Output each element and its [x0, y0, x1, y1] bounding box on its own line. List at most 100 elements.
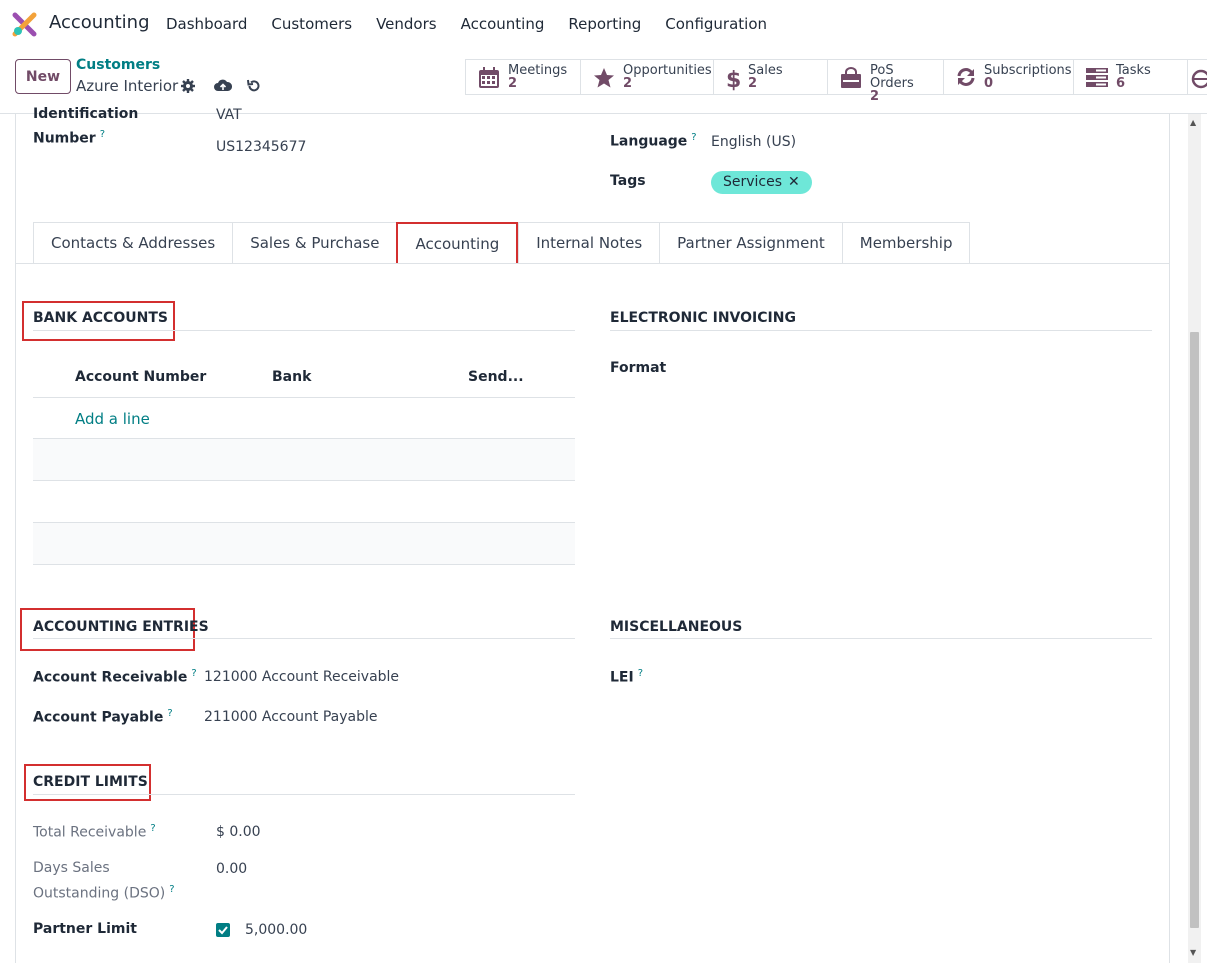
total-receivable-label: Total Receivable? [33, 823, 156, 841]
tab-partner-assignment[interactable]: Partner Assignment [659, 222, 842, 264]
pos-orders-smart-button[interactable]: PoS Orders 2 [828, 60, 944, 104]
tasks-smart-button[interactable]: Tasks 6 [1074, 60, 1188, 94]
pos-orders-count: 2 [870, 89, 880, 104]
menu-vendors[interactable]: Vendors [376, 15, 437, 33]
help-icon[interactable]: ? [100, 129, 105, 140]
lei-label: LEI? [610, 668, 644, 686]
col-bank[interactable]: Bank [272, 369, 311, 385]
opportunities-count: 2 [623, 76, 633, 91]
vat-label: VAT [216, 107, 242, 123]
help-icon[interactable]: ? [167, 708, 172, 719]
section-divider [610, 638, 1152, 639]
tab-accounting[interactable]: Accounting [396, 222, 519, 264]
col-account-number[interactable]: Account Number [75, 369, 206, 385]
identification-label-line2: Number? [33, 129, 106, 147]
subscriptions-count: 0 [984, 76, 994, 91]
row-divider [33, 480, 575, 481]
help-icon[interactable]: ? [691, 132, 696, 143]
svg-text:$: $ [726, 68, 740, 91]
meetings-smart-button[interactable]: Meetings 2 [466, 60, 581, 94]
breadcrumb-parent[interactable]: Customers [76, 57, 160, 73]
remove-tag-icon[interactable]: ✕ [788, 174, 800, 190]
globe-icon [1191, 69, 1207, 89]
dollar-icon: $ [726, 68, 740, 91]
checkmark-icon [218, 926, 228, 935]
menu-reporting[interactable]: Reporting [568, 15, 641, 33]
scrollbar-thumb[interactable] [1190, 332, 1199, 928]
scroll-up-arrow-icon[interactable]: ▲ [1190, 118, 1196, 127]
menu-customers[interactable]: Customers [271, 15, 352, 33]
language-value[interactable]: English (US) [711, 134, 796, 150]
account-payable-value[interactable]: 211000 Account Payable [204, 709, 378, 725]
miscellaneous-title: MISCELLANEOUS [610, 619, 743, 635]
language-label: Language? [610, 132, 697, 150]
control-panel: New Customers Azure Interior Meetings2 [0, 47, 1207, 114]
top-navbar: Accounting Dashboard Customers Vendors A… [0, 0, 1207, 47]
total-receivable-value: $ 0.00 [216, 824, 261, 840]
sales-smart-button[interactable]: $ Sales 2 [714, 60, 828, 94]
tasks-icon [1086, 68, 1108, 87]
menu-configuration[interactable]: Configuration [665, 15, 767, 33]
dso-label-line2: Outstanding (DSO)? [33, 884, 175, 902]
credit-limits-title: CREDIT LIMITS [33, 774, 148, 790]
help-icon[interactable]: ? [169, 884, 174, 895]
dso-label-line1: Days Sales [33, 860, 110, 876]
help-icon[interactable]: ? [150, 823, 155, 834]
calendar-icon [479, 67, 499, 88]
more-smart-button[interactable] [1188, 60, 1207, 94]
scroll-down-arrow-icon[interactable]: ▼ [1190, 948, 1196, 957]
tags-label: Tags [610, 173, 646, 189]
app-name[interactable]: Accounting [49, 12, 150, 33]
opportunities-label: Opportunities [623, 63, 712, 78]
tasks-count: 6 [1116, 76, 1126, 91]
subscriptions-smart-button[interactable]: Subscriptions 0 [944, 60, 1074, 94]
section-divider [33, 794, 575, 795]
account-payable-label: Account Payable? [33, 708, 173, 726]
new-button[interactable]: New [15, 59, 71, 94]
table-header-divider [33, 397, 575, 398]
accounting-entries-title: ACCOUNTING ENTRIES [33, 619, 209, 635]
meetings-count: 2 [508, 76, 518, 91]
breadcrumb-current: Azure Interior [76, 77, 179, 95]
add-line-link[interactable]: Add a line [75, 410, 150, 428]
account-receivable-label: Account Receivable? [33, 668, 197, 686]
gear-icon[interactable] [180, 78, 196, 94]
dso-value: 0.00 [216, 861, 248, 877]
tab-membership[interactable]: Membership [841, 222, 971, 264]
electronic-invoicing-title: ELECTRONIC INVOICING [610, 310, 796, 326]
notebook-tabs: Contacts & Addresses Sales & Purchase Ac… [33, 222, 971, 264]
section-divider [33, 638, 575, 639]
star-icon [594, 68, 614, 88]
menu-accounting[interactable]: Accounting [461, 15, 545, 33]
menu-dashboard[interactable]: Dashboard [166, 15, 247, 33]
section-divider [33, 330, 575, 331]
tab-contacts-addresses[interactable]: Contacts & Addresses [33, 222, 233, 264]
tag-badge[interactable]: Services ✕ [711, 171, 812, 194]
tab-internal-notes[interactable]: Internal Notes [518, 222, 660, 264]
smart-buttons: Meetings 2 Opportunities 2 $ Sales 2 PoS Or… [465, 59, 1207, 104]
tabs-divider [16, 263, 1169, 264]
identification-label-line1: Identification [33, 106, 139, 122]
row-divider [33, 564, 575, 565]
empty-row [33, 439, 575, 480]
accounting-app-icon[interactable] [12, 12, 37, 37]
cloud-upload-icon[interactable] [214, 78, 232, 94]
partner-limit-label: Partner Limit [33, 921, 137, 937]
vat-value[interactable]: US12345677 [216, 139, 306, 155]
format-label: Format [610, 360, 667, 376]
tab-sales-purchase[interactable]: Sales & Purchase [232, 222, 397, 264]
opportunities-smart-button[interactable]: Opportunities 2 [581, 60, 714, 94]
partner-limit-checkbox[interactable] [216, 923, 230, 937]
col-send[interactable]: Send... [468, 369, 524, 385]
help-icon[interactable]: ? [191, 668, 196, 679]
account-receivable-value[interactable]: 121000 Account Receivable [204, 669, 399, 685]
subscriptions-label: Subscriptions [984, 63, 1072, 78]
pos-orders-label: PoS Orders [870, 63, 914, 91]
discard-icon[interactable] [246, 78, 262, 94]
partner-limit-value[interactable]: 5,000.00 [245, 922, 307, 938]
shopping-bag-icon [841, 67, 861, 88]
refresh-icon [957, 68, 975, 86]
bank-accounts-title: BANK ACCOUNTS [33, 310, 168, 326]
section-divider [610, 330, 1152, 331]
help-icon[interactable]: ? [638, 668, 643, 679]
